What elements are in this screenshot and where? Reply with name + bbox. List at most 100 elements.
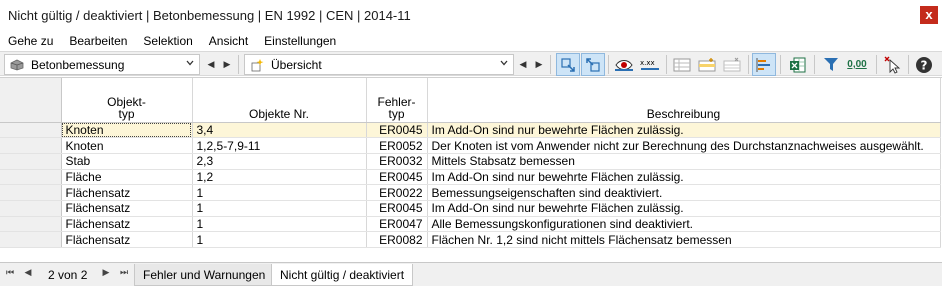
- help-button[interactable]: ?: [912, 53, 936, 76]
- filter-icon: [824, 57, 838, 71]
- toolbar-separator: [666, 55, 667, 74]
- cell-beschreibung[interactable]: Im Add-On sind nur bewehrte Flächen zulä…: [427, 122, 941, 139]
- previous-module-button[interactable]: ◀: [204, 56, 218, 72]
- cell-fehlertyp[interactable]: ER0047: [366, 216, 428, 233]
- cell-objekttyp[interactable]: Flächensatz: [61, 184, 193, 201]
- xxx-values-icon: x.xx: [640, 59, 659, 70]
- excel-export-button[interactable]: [786, 53, 810, 76]
- insert-row-button[interactable]: [695, 53, 719, 76]
- row-header[interactable]: [0, 122, 62, 139]
- view-select-value: Übersicht: [271, 57, 322, 72]
- table-row[interactable]: Stab 2,3 ER0032 Mittels Stabsatz bemesse…: [0, 153, 941, 170]
- next-module-button[interactable]: ▶: [220, 56, 234, 72]
- cell-fehlertyp[interactable]: ER0082: [366, 231, 428, 248]
- cell-fehlertyp[interactable]: ER0045: [366, 200, 428, 217]
- clear-selection-button[interactable]: [880, 53, 904, 76]
- cell-objekte-nr[interactable]: 1: [192, 184, 367, 201]
- table-row[interactable]: Fläche 1,2 ER0045 Im Add-On sind nur bew…: [0, 169, 941, 186]
- column-header-objekttyp[interactable]: Objekt-typ: [61, 78, 193, 123]
- toolbar-separator: [814, 55, 815, 74]
- cell-beschreibung[interactable]: Alle Bemessungskonfigurationen sind deak…: [427, 216, 941, 233]
- next-page-button[interactable]: ▶: [100, 267, 112, 278]
- row-header[interactable]: [0, 169, 62, 186]
- table-row[interactable]: Flächensatz 1 ER0047 Alle Bemessungskonf…: [0, 216, 941, 233]
- row-header[interactable]: [0, 184, 62, 201]
- column-header-objekte-nr[interactable]: Objekte Nr.: [192, 78, 367, 123]
- menu-gehe-zu[interactable]: Gehe zu: [0, 34, 61, 48]
- cell-beschreibung[interactable]: Der Knoten ist vom Anwender nicht zur Be…: [427, 137, 941, 154]
- row-header[interactable]: [0, 137, 62, 154]
- cell-beschreibung[interactable]: Im Add-On sind nur bewehrte Flächen zulä…: [427, 200, 941, 217]
- menu-einstellungen[interactable]: Einstellungen: [256, 34, 344, 48]
- cell-objekttyp[interactable]: Fläche: [61, 169, 193, 186]
- help-icon: ?: [916, 56, 932, 73]
- first-page-button[interactable]: ⏮: [4, 267, 16, 278]
- column-header-beschreibung[interactable]: Beschreibung: [427, 78, 941, 123]
- visibility-button[interactable]: [612, 53, 636, 76]
- delete-row-button[interactable]: [720, 53, 744, 76]
- cell-objekte-nr[interactable]: 1: [192, 231, 367, 248]
- row-header-corner: [0, 78, 62, 123]
- toolbar-separator: [876, 55, 877, 74]
- table-row[interactable]: Flächensatz 1 ER0082 Flächen Nr. 1,2 sin…: [0, 231, 941, 248]
- row-header[interactable]: [0, 153, 62, 170]
- cell-objekte-nr[interactable]: 3,4: [192, 122, 367, 139]
- cell-objekte-nr[interactable]: 1,2,5-7,9-11: [192, 137, 367, 154]
- insert-row-icon: [698, 57, 716, 71]
- tab-nicht-gueltig-deaktiviert[interactable]: Nicht gültig / deaktiviert: [271, 264, 414, 286]
- cell-objekttyp[interactable]: Flächensatz: [61, 216, 193, 233]
- module-select[interactable]: Betonbemessung: [4, 54, 200, 75]
- next-view-button[interactable]: ▶: [532, 56, 546, 72]
- previous-page-button[interactable]: ◀: [22, 267, 34, 278]
- cell-beschreibung[interactable]: Bemessungseigenschaften sind deaktiviert…: [427, 184, 941, 201]
- diagram-button[interactable]: [752, 53, 776, 76]
- cell-objekttyp[interactable]: Knoten: [61, 122, 193, 139]
- menu-bar: Gehe zu Bearbeiten Selektion Ansicht Ein…: [0, 31, 942, 51]
- cell-objekttyp[interactable]: Knoten: [61, 137, 193, 154]
- table-view-button[interactable]: [670, 53, 694, 76]
- view-select[interactable]: Übersicht: [244, 54, 514, 75]
- last-page-button[interactable]: ⏭: [118, 267, 130, 278]
- menu-ansicht[interactable]: Ansicht: [201, 34, 256, 48]
- tab-fehler-und-warnungen[interactable]: Fehler und Warnungen: [134, 264, 275, 286]
- close-button[interactable]: x: [920, 6, 938, 24]
- cell-objekte-nr[interactable]: 2,3: [192, 153, 367, 170]
- filter-button[interactable]: [820, 53, 844, 76]
- table-row[interactable]: Flächensatz 1 ER0022 Bemessungseigenscha…: [0, 184, 941, 201]
- cell-fehlertyp[interactable]: ER0045: [366, 169, 428, 186]
- cell-fehlertyp[interactable]: ER0022: [366, 184, 428, 201]
- triangle-left-icon: ◀: [519, 58, 527, 69]
- cell-fehlertyp[interactable]: ER0052: [366, 137, 428, 154]
- triangle-left-icon: ◀: [207, 58, 215, 69]
- results-table: Objekt-typ Objekte Nr. Fehler-typ Beschr…: [0, 77, 942, 261]
- row-header[interactable]: [0, 200, 62, 217]
- cell-objekttyp[interactable]: Flächensatz: [61, 200, 193, 217]
- cell-beschreibung[interactable]: Im Add-On sind nur bewehrte Flächen zulä…: [427, 169, 941, 186]
- jump-back-button[interactable]: [581, 53, 605, 76]
- cell-fehlertyp[interactable]: ER0045: [366, 122, 428, 139]
- toolbar-separator: [748, 55, 749, 74]
- decimal-places-button[interactable]: 0,00: [844, 53, 870, 76]
- menu-bearbeiten[interactable]: Bearbeiten: [61, 34, 135, 48]
- cell-objekte-nr[interactable]: 1: [192, 200, 367, 217]
- sheet-tab-bar: ⏮ ◀ 2 von 2 ▶ ⏭ Fehler und Warnungen Nic…: [0, 262, 942, 286]
- page-indicator: 2 von 2: [48, 268, 88, 282]
- row-header[interactable]: [0, 231, 62, 248]
- cell-objekte-nr[interactable]: 1,2: [192, 169, 367, 186]
- menu-selektion[interactable]: Selektion: [135, 34, 200, 48]
- jump-to-object-button[interactable]: [556, 53, 580, 76]
- cell-fehlertyp[interactable]: ER0032: [366, 153, 428, 170]
- row-header[interactable]: [0, 216, 62, 233]
- values-button[interactable]: x.xx: [638, 53, 662, 76]
- cell-beschreibung[interactable]: Flächen Nr. 1,2 sind nicht mittels Fläch…: [427, 231, 941, 248]
- previous-view-button[interactable]: ◀: [516, 56, 530, 72]
- table-row[interactable]: Knoten 1,2,5-7,9-11 ER0052 Der Knoten is…: [0, 137, 941, 154]
- cell-objekte-nr[interactable]: 1: [192, 216, 367, 233]
- column-header-fehlertyp[interactable]: Fehler-typ: [366, 78, 428, 123]
- table-row[interactable]: Knoten 3,4 ER0045 Im Add-On sind nur bew…: [0, 122, 941, 139]
- cell-objekttyp[interactable]: Stab: [61, 153, 193, 170]
- chevron-down-icon: [185, 58, 195, 71]
- table-row[interactable]: Flächensatz 1 ER0045 Im Add-On sind nur …: [0, 200, 941, 217]
- cell-objekttyp[interactable]: Flächensatz: [61, 231, 193, 248]
- cell-beschreibung[interactable]: Mittels Stabsatz bemessen: [427, 153, 941, 170]
